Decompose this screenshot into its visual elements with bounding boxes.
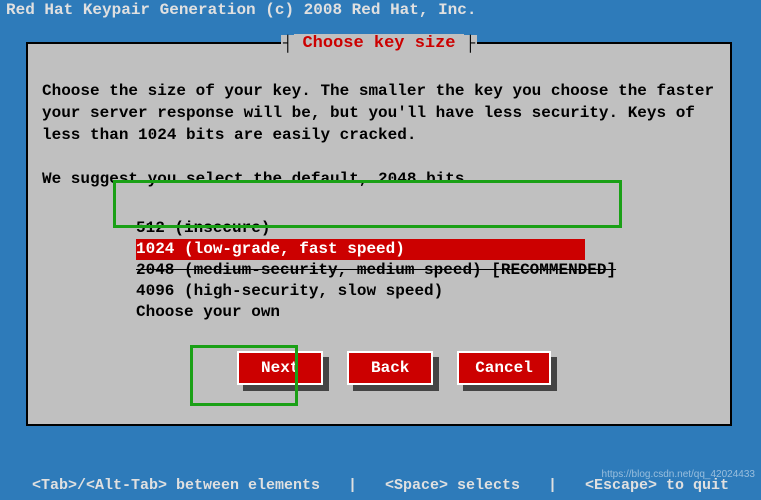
dialog-title-label: Choose key size [294,34,463,53]
hint-sep2: | [548,477,557,494]
option-1024[interactable]: 1024 (low-grade, fast speed) [136,239,585,260]
hint-sep1: | [348,477,357,494]
dialog-title-bar: ┤ Choose key size ├ [28,34,730,53]
title-bracket-right: ├ [464,35,478,53]
cancel-button-wrap: Cancel [457,351,551,385]
next-button[interactable]: Next [237,351,323,385]
body-text-line4: We suggest you select the default, 2048 … [42,168,716,190]
key-size-options[interactable]: 512 (insecure) 1024 (low-grade, fast spe… [136,218,716,323]
option-4096[interactable]: 4096 (high-security, slow speed) [136,281,443,302]
back-button[interactable]: Back [347,351,433,385]
option-custom[interactable]: Choose your own [136,302,280,323]
body-text-line3: less than 1024 bits are easily cracked. [42,124,716,146]
dialog-body: Choose the size of your key. The smaller… [28,44,730,395]
option-2048[interactable]: 2048 (medium-security, medium speed) [RE… [136,260,616,281]
body-text-line2: your server response will be, but you'll… [42,102,716,124]
body-text-line1: Choose the size of your key. The smaller… [42,80,716,102]
title-bracket-left: ┤ [281,35,295,53]
hint-space: <Space> selects [385,477,520,494]
option-512[interactable]: 512 (insecure) [136,218,270,239]
app-title: Red Hat Keypair Generation (c) 2008 Red … [0,0,761,20]
hint-tab: <Tab>/<Alt-Tab> between elements [32,477,320,494]
dialog-choose-key-size: ┤ Choose key size ├ Choose the size of y… [26,42,732,426]
next-button-wrap: Next [237,351,323,385]
cancel-button[interactable]: Cancel [457,351,551,385]
watermark: https://blog.csdn.net/qq_42024433 [602,469,755,480]
back-button-wrap: Back [347,351,433,385]
button-row: Next Back Cancel [42,351,716,385]
